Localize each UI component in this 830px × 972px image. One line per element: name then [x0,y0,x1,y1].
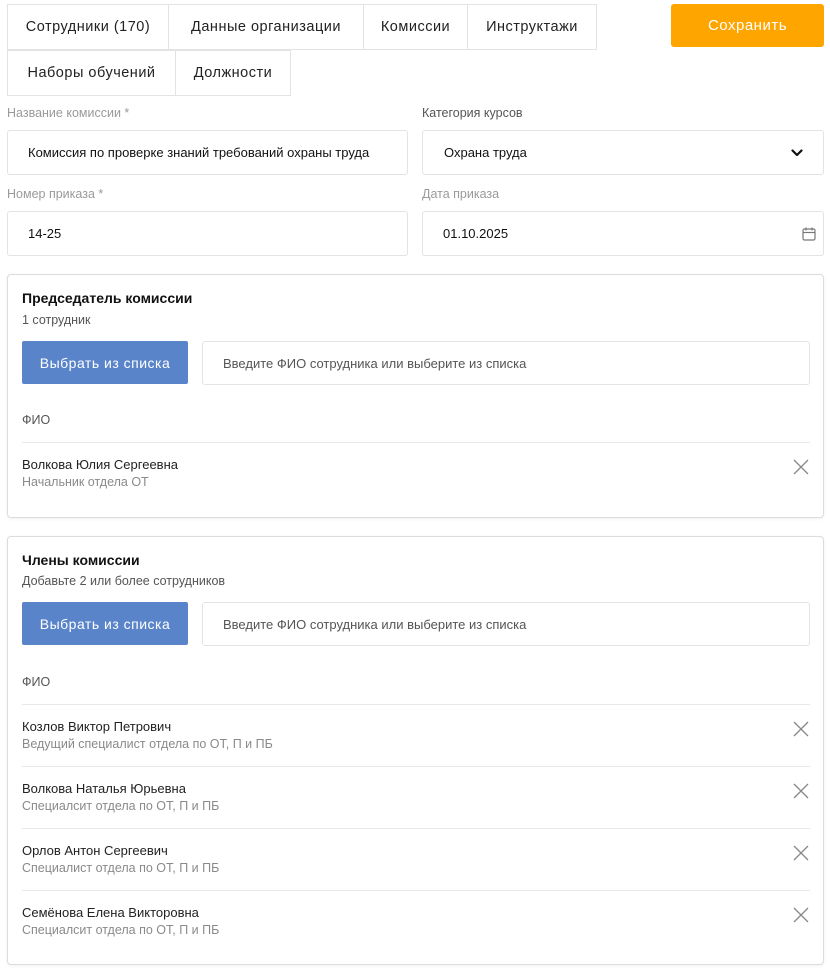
table-row: Козлов Виктор Петрович Ведущий специалис… [22,704,810,766]
chairman-panel: Председатель комиссии 1 сотрудник Выбрат… [7,274,824,518]
chairman-count: 1 сотрудник [22,313,91,327]
members-column-fio: ФИО [22,675,51,689]
tab-employees[interactable]: Сотрудники (170) [7,4,169,50]
chairman-pick-button[interactable]: Выбрать из списка [22,341,188,384]
employee-position: Начальник отдела ОТ [22,475,149,489]
order-date-label: Дата приказа [422,187,500,201]
chairman-search-input[interactable]: Введите ФИО сотрудника или выберите из с… [202,341,810,385]
save-button[interactable]: Сохранить [671,4,824,47]
members-pick-button[interactable]: Выбрать из списка [22,602,188,645]
tab-organization-data[interactable]: Данные организации [168,4,364,50]
employee-position: Специалсит отдела по ОТ, П и ПБ [22,799,220,813]
commission-name-value: Комиссия по проверке знаний требований о… [28,145,370,160]
close-icon[interactable] [792,844,810,862]
employee-name: Семёнова Елена Викторовна [22,905,199,920]
employee-position: Ведущий специалист отдела по ОТ, П и ПБ [22,737,273,751]
close-icon[interactable] [792,458,810,476]
order-number-label: Номер приказа * [7,187,104,201]
calendar-icon[interactable] [802,227,816,241]
order-date-field[interactable]: 01.10.2025 [422,211,824,256]
members-search-input[interactable]: Введите ФИО сотрудника или выберите из с… [202,602,810,646]
table-row: Волкова Наталья Юрьевна Специалсит отдел… [22,766,810,828]
order-number-field[interactable]: 14-25 [7,211,408,256]
tab-training-sets[interactable]: Наборы обучений [7,50,176,96]
employee-name: Волкова Наталья Юрьевна [22,781,186,796]
close-icon[interactable] [792,906,810,924]
members-search-placeholder: Введите ФИО сотрудника или выберите из с… [223,616,527,632]
table-row: Орлов Антон Сергеевич Специалист отдела … [22,828,810,890]
course-category-label: Категория курсов [422,106,523,120]
commission-name-label: Название комиссии * [7,106,130,120]
commission-name-field[interactable]: Комиссия по проверке знаний требований о… [7,130,408,175]
chairman-title: Председатель комиссии [22,290,193,306]
close-icon[interactable] [792,782,810,800]
members-panel: Члены комиссии Добавьте 2 или более сотр… [7,536,824,965]
employee-position: Специалист отдела по ОТ, П и ПБ [22,861,220,875]
chevron-down-icon [791,148,803,157]
chairman-search-placeholder: Введите ФИО сотрудника или выберите из с… [223,355,527,371]
table-row: Волкова Юлия Сергеевна Начальник отдела … [22,442,810,504]
tab-positions[interactable]: Должности [175,50,291,96]
tab-commissions[interactable]: Комиссии [363,4,468,50]
members-title: Члены комиссии [22,552,140,568]
course-category-select[interactable]: Охрана труда [422,130,824,175]
tab-briefings[interactable]: Инструктажи [467,4,597,50]
order-date-value: 01.10.2025 [443,226,509,241]
employee-name: Волкова Юлия Сергеевна [22,457,178,472]
order-number-value: 14-25 [28,226,62,241]
course-category-value: Охрана труда [444,145,527,160]
close-icon[interactable] [792,720,810,738]
employee-position: Специалсит отдела по ОТ, П и ПБ [22,923,220,937]
members-hint: Добавьте 2 или более сотрудников [22,574,226,588]
employee-name: Орлов Антон Сергеевич [22,843,168,858]
employee-name: Козлов Виктор Петрович [22,719,172,734]
chairman-column-fio: ФИО [22,413,51,427]
table-row: Семёнова Елена Викторовна Специалсит отд… [22,890,810,952]
